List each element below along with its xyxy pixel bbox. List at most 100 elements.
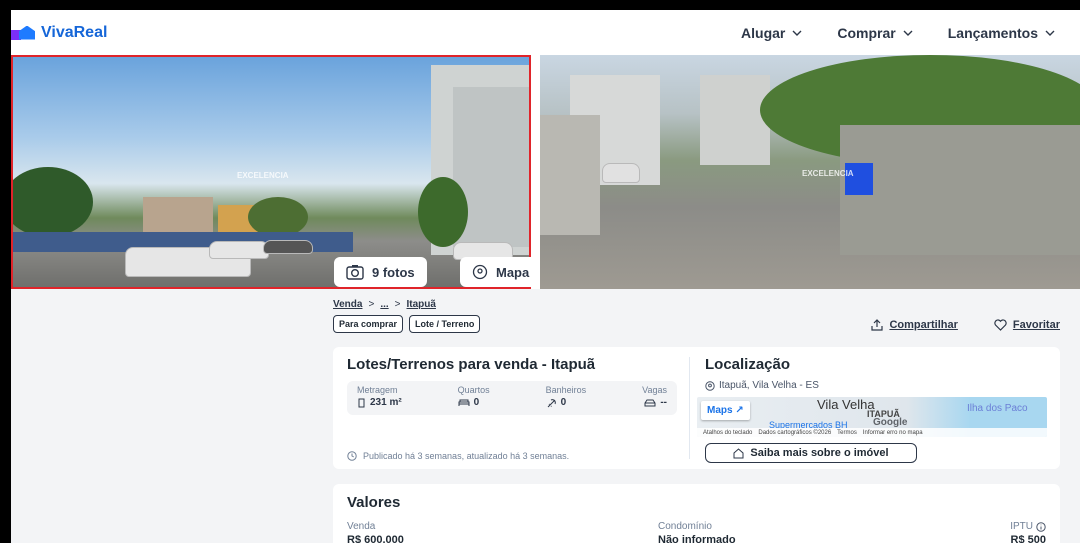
stat-banheiros: Banheiros 0 <box>546 385 587 411</box>
car-icon <box>644 399 656 406</box>
nav-lancamentos[interactable]: Lançamentos <box>948 25 1056 41</box>
stat-label: Quartos <box>457 385 490 395</box>
valor-condominio: Condomínio Não informado <box>658 521 736 543</box>
valores-card: Valores Venda R$ 600.000 Condomínio Não … <box>333 484 1060 543</box>
saiba-mais-button[interactable]: Saiba mais sobre o imóvel <box>705 443 917 463</box>
published-info: Publicado há 3 semanas, atualizado há 3 … <box>347 451 569 461</box>
condominio-label: Condomínio <box>658 521 712 532</box>
valor-venda: Venda R$ 600.000 <box>347 521 404 543</box>
map-isle-label: Ilha dos Paco <box>967 403 1028 414</box>
nav-lancamentos-label: Lançamentos <box>947 24 1038 41</box>
house-logo-icon <box>11 25 37 41</box>
bed-icon <box>458 399 470 406</box>
listing-stats: Metragem 231 m² Quartos 0 Banheiros 0 Va… <box>347 381 677 415</box>
main-nav: Alugar Comprar Lançamentos <box>741 25 1056 41</box>
property-photo-1[interactable]: EXCELENCIA <box>11 55 531 289</box>
share-icon <box>871 319 884 331</box>
stat-value: -- <box>660 397 667 408</box>
home-icon <box>733 447 744 458</box>
stat-quartos: Quartos 0 <box>458 385 490 411</box>
location-pin-icon <box>472 264 488 280</box>
venda-value: R$ 600.000 <box>347 534 404 543</box>
listing-tags: Para comprar Lote / Terreno <box>333 315 481 333</box>
published-text: Publicado há 3 semanas, atualizado há 3 … <box>363 451 570 461</box>
nav-comprar[interactable]: Comprar <box>837 25 913 41</box>
valor-iptu: IPTU R$ 500 <box>1010 521 1046 543</box>
photos-button-label: 9 fotos <box>372 264 415 280</box>
camera-icon <box>346 265 364 280</box>
stat-vagas: Vagas -- <box>642 385 667 411</box>
breadcrumb-itapua[interactable]: Itapuã <box>407 299 436 310</box>
logo-text: VivaReal <box>41 23 108 41</box>
share-label: Compartilhar <box>889 319 958 331</box>
stat-value-wrap: 0 <box>458 397 490 408</box>
property-photo-2[interactable]: EXCELENCIA <box>540 55 1080 289</box>
browser-page: VivaReal Alugar Comprar Lançamentos EXCE… <box>11 10 1080 543</box>
condominio-value: Não informado <box>658 534 736 543</box>
nav-alugar-label: Alugar <box>741 24 786 41</box>
photos-button[interactable]: 9 fotos <box>334 257 427 287</box>
iptu-value: R$ 500 <box>1010 534 1046 543</box>
map-button[interactable]: Mapa <box>460 257 542 287</box>
watermark-text: EXCELENCIA <box>802 169 854 178</box>
open-maps-button[interactable]: Maps ↗ <box>701 401 750 420</box>
map-city-label: Vila Velha <box>817 397 875 412</box>
breadcrumb: Venda > ... > Itapuã <box>333 299 436 310</box>
tag-lote-terreno: Lote / Terreno <box>409 315 481 333</box>
iptu-label-wrap: IPTU <box>1010 521 1046 532</box>
venda-label: Venda <box>347 521 376 532</box>
chevron-down-icon <box>1045 30 1055 36</box>
map-footer-terms[interactable]: Termos <box>837 430 857 436</box>
location-title: Localização <box>705 356 791 373</box>
map-button-label: Mapa <box>496 264 530 280</box>
stat-value: 231 m² <box>370 397 402 408</box>
breadcrumb-ellipsis[interactable]: ... <box>380 299 388 310</box>
stat-value-wrap: 0 <box>546 397 587 408</box>
nav-alugar[interactable]: Alugar <box>741 25 803 41</box>
saiba-mais-label: Saiba mais sobre o imóvel <box>750 447 889 459</box>
site-header: VivaReal Alugar Comprar Lançamentos <box>11 10 1080 55</box>
stat-value-wrap: 231 m² <box>357 397 402 408</box>
favorite-label: Favoritar <box>1012 319 1060 331</box>
breadcrumb-separator: > <box>394 299 401 310</box>
location-address-text: Itapuã, Vila Velha - ES <box>719 380 819 391</box>
clock-icon <box>347 451 357 461</box>
stat-metragem: Metragem 231 m² <box>357 385 402 411</box>
nav-comprar-label: Comprar <box>837 24 896 41</box>
breadcrumb-venda[interactable]: Venda <box>333 299 362 310</box>
favorite-button[interactable]: Favoritar <box>994 319 1060 331</box>
photo-gallery: EXCELENCIA 9 fotos Mapa EXCELENCIA <box>11 55 1080 289</box>
stat-value: 0 <box>473 397 480 408</box>
listing-actions: Compartilhar Favoritar <box>871 319 1060 331</box>
map-footer: Atalhos do teclado Dados cartográficos ©… <box>697 428 1047 437</box>
listing-title: Lotes/Terrenos para venda - Itapuã <box>347 356 596 373</box>
stat-value: 0 <box>560 397 567 408</box>
external-link-icon: ↗ <box>735 405 744 416</box>
map-footer-data: Dados cartográficos ©2026 <box>758 429 832 436</box>
location-address: Itapuã, Vila Velha - ES <box>705 380 819 391</box>
shower-icon <box>547 398 556 407</box>
ruler-icon <box>358 398 365 407</box>
share-button[interactable]: Compartilhar <box>871 319 958 331</box>
stat-label: Banheiros <box>545 385 587 395</box>
chevron-down-icon <box>792 30 802 36</box>
chevron-down-icon <box>903 30 913 36</box>
iptu-label: IPTU <box>1010 521 1033 532</box>
card-divider <box>689 357 690 459</box>
tag-para-comprar: Para comprar <box>333 315 404 333</box>
info-icon[interactable] <box>1036 521 1046 532</box>
valores-title: Valores <box>347 494 401 511</box>
google-logo: Google <box>873 417 908 428</box>
heart-icon <box>994 319 1007 331</box>
map-footer-report[interactable]: Informar erro no mapa <box>863 430 923 436</box>
listing-card: Lotes/Terrenos para venda - Itapuã Metra… <box>333 347 1060 469</box>
breadcrumb-separator: > <box>368 299 375 310</box>
maps-button-label: Maps <box>707 405 733 416</box>
location-pin-icon <box>705 380 715 391</box>
stat-label: Vagas <box>642 385 667 395</box>
map-footer-shortcuts[interactable]: Atalhos do teclado <box>703 430 752 436</box>
location-map[interactable]: Maps ↗ Vila Velha ITAPUÃ Ilha dos Paco S… <box>697 397 1047 437</box>
vivareal-logo[interactable]: VivaReal <box>11 24 107 42</box>
watermark-text: EXCELENCIA <box>237 171 289 180</box>
stat-label: Metragem <box>357 385 398 395</box>
